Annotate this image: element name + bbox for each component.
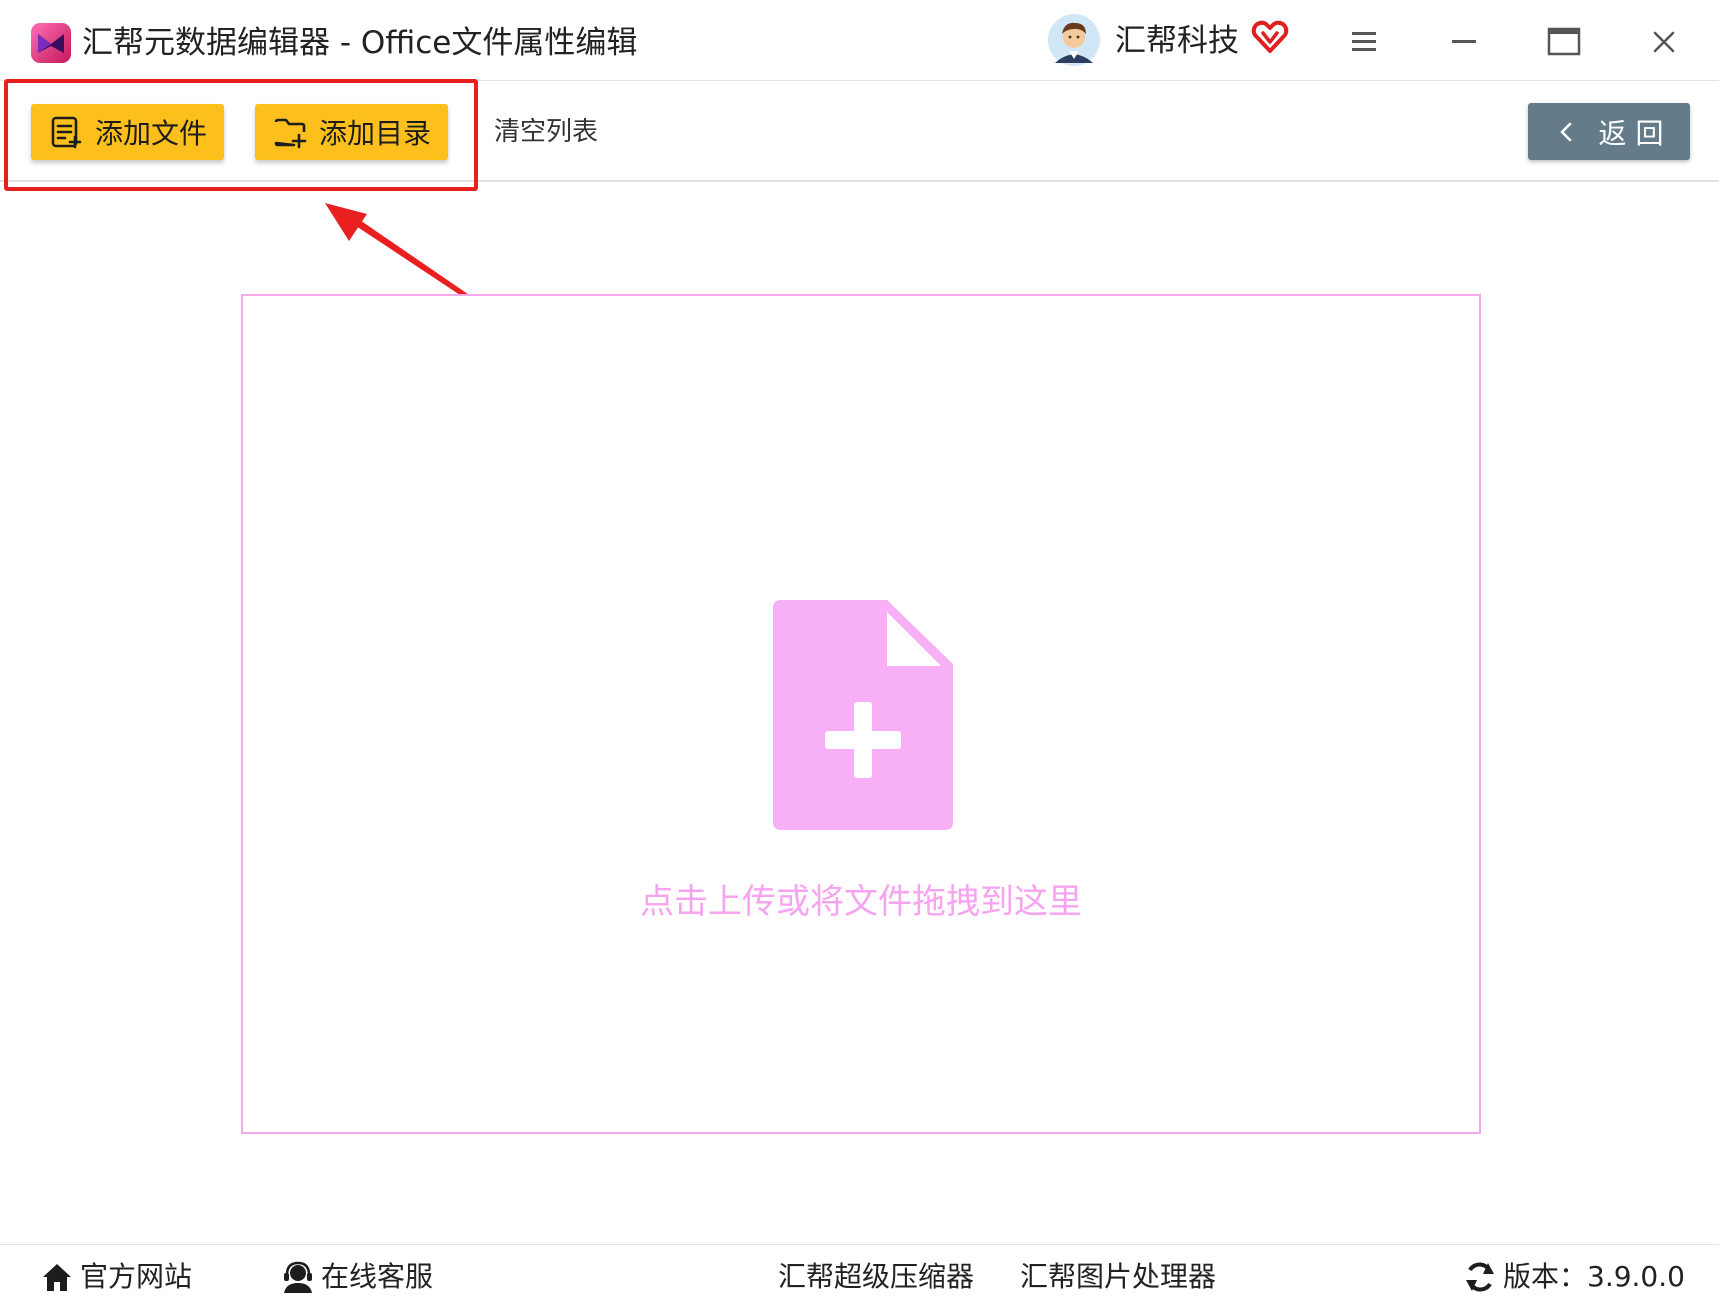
- image-tool-link[interactable]: 汇帮图片处理器: [1020, 1257, 1216, 1297]
- minimize-button[interactable]: [1440, 18, 1488, 66]
- chevron-left-icon: [1560, 122, 1571, 141]
- refresh-icon: [1466, 1262, 1494, 1292]
- clear-list-button[interactable]: 清空列表: [494, 109, 598, 155]
- annotation-highlight-box: [4, 79, 478, 191]
- close-button[interactable]: [1640, 18, 1688, 66]
- back-label: 返 回: [1598, 116, 1664, 150]
- user-name: 汇帮科技: [1115, 23, 1239, 59]
- home-icon: [43, 1264, 71, 1291]
- file-add-icon: [773, 600, 953, 830]
- title-bar: 汇帮元数据编辑器 - Office文件属性编辑 汇帮科技: [0, 0, 1719, 81]
- close-icon: [1653, 31, 1675, 53]
- compressor-link[interactable]: 汇帮超级压缩器: [778, 1257, 974, 1297]
- online-support-link[interactable]: 在线客服: [281, 1257, 433, 1297]
- maximize-icon: [1547, 27, 1581, 56]
- menu-button[interactable]: [1340, 18, 1388, 66]
- official-website-label: 官方网站: [80, 1260, 193, 1293]
- version-label: 版本：3.9.0.0: [1503, 1260, 1685, 1293]
- window-title: 汇帮元数据编辑器 - Office文件属性编辑: [82, 25, 638, 61]
- maximize-button[interactable]: [1540, 18, 1588, 66]
- version-info[interactable]: 版本：3.9.0.0: [1463, 1257, 1685, 1297]
- minimize-icon: [1452, 40, 1476, 43]
- file-drop-zone[interactable]: 点击上传或将文件拖拽到这里: [241, 294, 1481, 1134]
- vip-heart-icon[interactable]: [1251, 18, 1289, 56]
- app-logo-icon: [31, 23, 71, 63]
- status-bar: 官方网站 在线客服 汇帮超级压缩器 汇帮图片处理器 版本：3.9.0.0: [0, 1244, 1719, 1312]
- avatar-icon[interactable]: [1047, 13, 1101, 67]
- official-website-link[interactable]: 官方网站: [40, 1257, 192, 1297]
- back-button[interactable]: 返 回: [1528, 103, 1690, 160]
- online-support-label: 在线客服: [321, 1260, 434, 1293]
- headset-icon: [284, 1261, 312, 1293]
- menu-icon: [1352, 32, 1376, 51]
- drop-hint-text: 点击上传或将文件拖拽到这里: [640, 882, 1082, 922]
